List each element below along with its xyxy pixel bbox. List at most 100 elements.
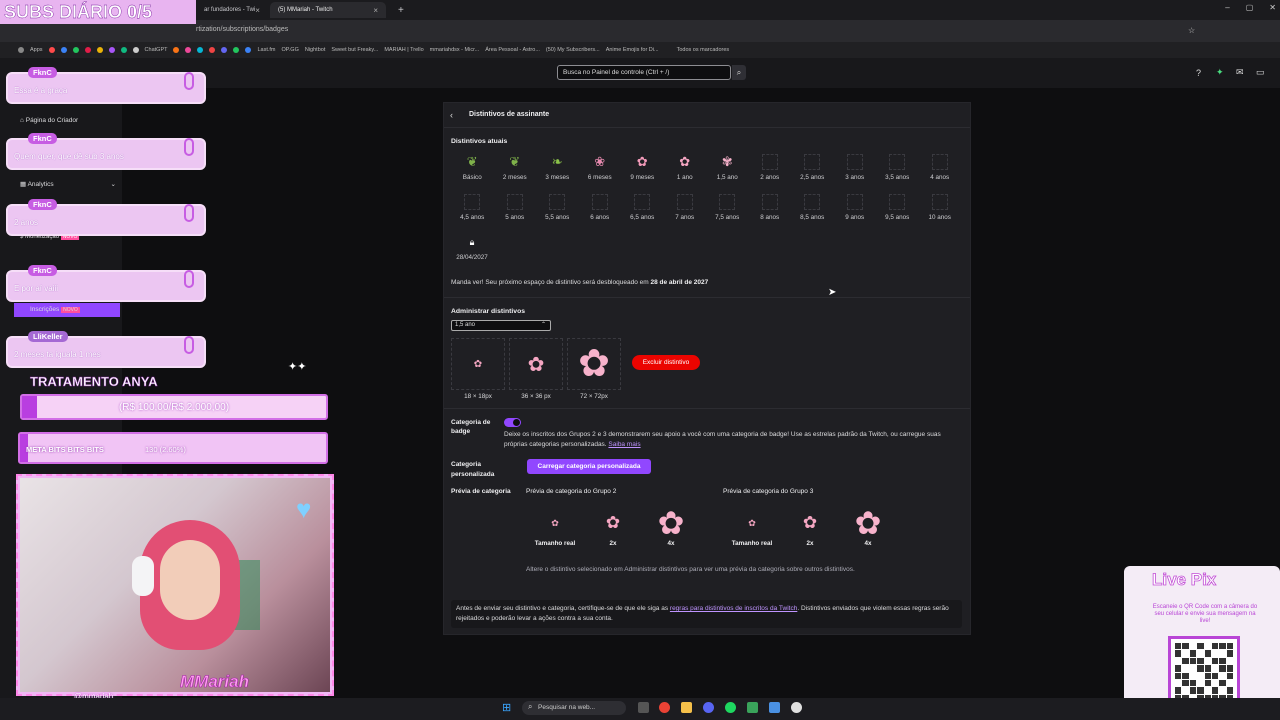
badge-slot[interactable]: ❦ 2 meses: [494, 154, 537, 181]
group2-preview: ✿ Tamanho real ✿ 2x ✿ 4x: [526, 506, 706, 547]
mouse-cursor-icon: ➤: [828, 287, 837, 298]
maximize-icon[interactable]: ▢: [1246, 3, 1254, 12]
image-dropzone[interactable]: ✿: [451, 338, 505, 390]
bookmark[interactable]: mmariahdsx - Micr...: [430, 47, 480, 53]
badge-slot[interactable]: 2,5 anos: [791, 154, 834, 181]
star-icon[interactable]: ☆: [1188, 26, 1195, 35]
goal-title: TRATAMENTO ANYA: [30, 374, 158, 389]
new-tab-button[interactable]: +: [390, 2, 406, 18]
app-icon[interactable]: [769, 702, 780, 713]
minimize-icon[interactable]: –: [1225, 3, 1229, 12]
badge-slot[interactable]: 7,5 anos: [706, 194, 749, 221]
badge-slot[interactable]: 5 anos: [494, 194, 537, 221]
bookmark[interactable]: Anime Emojis for Di...: [606, 47, 659, 53]
task-view-icon[interactable]: [638, 702, 649, 713]
badge-slot[interactable]: ❦ Básico: [451, 154, 494, 181]
taskbar-search[interactable]: Pesquisar na web...: [522, 701, 626, 715]
bookmark-icon: [221, 47, 228, 53]
chat-message: FknC Quem quer, que dê sub 3 anos: [6, 133, 206, 170]
bookmark-icon: [72, 47, 79, 53]
chrome-icon[interactable]: [659, 702, 670, 713]
category-toggle[interactable]: [504, 418, 521, 427]
discord-icon[interactable]: [703, 702, 714, 713]
bookmark[interactable]: MARIAH | Trello: [384, 47, 423, 53]
sidebar-item-analytics[interactable]: ▦ Analytics ⌄: [20, 180, 116, 188]
badge-slot[interactable]: ✿ 1 ano: [664, 154, 707, 181]
bookmark[interactable]: OP.GG: [282, 47, 299, 53]
close-window-icon[interactable]: ✕: [1269, 3, 1276, 12]
spotify-icon[interactable]: [725, 702, 736, 713]
empty-slot: [761, 154, 778, 170]
back-arrow-icon[interactable]: ‹: [450, 110, 453, 120]
url-text[interactable]: rtization/subscriptions/badges: [196, 26, 288, 33]
blossom-star-icon: ✿: [802, 513, 818, 532]
empty-slot: [591, 194, 608, 210]
next-slot-text: Manda ver! Seu próximo espaço de distint…: [451, 279, 709, 286]
badge-slot[interactable]: 5,5 anos: [536, 194, 579, 221]
search-input[interactable]: Busca no Painel de controle (Ctrl + /): [557, 65, 731, 80]
bookmark[interactable]: ChatGPT: [145, 47, 168, 53]
app-icon[interactable]: [791, 702, 802, 713]
crown-icon[interactable]: ✦: [1216, 67, 1224, 78]
badge-slot[interactable]: 10 anos: [919, 194, 962, 221]
bookmark[interactable]: Área Pessoal - Astro...: [485, 47, 540, 53]
delete-badge-button[interactable]: Excluir distintivo: [632, 355, 700, 370]
badge-slot[interactable]: 6 anos: [579, 194, 622, 221]
leaf-icon: ❦: [509, 154, 521, 169]
bookmark[interactable]: Last.fm: [257, 47, 275, 53]
badge-slot[interactable]: 6,5 anos: [621, 194, 664, 221]
notification-icon[interactable]: ▭: [1256, 67, 1265, 78]
bookmark[interactable]: (50) My Subscribers...: [546, 47, 600, 53]
badge-slot[interactable]: ❀ 6 meses: [579, 154, 622, 181]
category-label: Categoria de badge: [451, 419, 491, 435]
help-icon[interactable]: ?: [1196, 68, 1201, 78]
rules-link[interactable]: regras para distintivos de inscritos da …: [670, 605, 797, 612]
bookmark[interactable]: Sweet but Freaky...: [331, 47, 378, 53]
badge-slot[interactable]: 9,5 anos: [876, 194, 919, 221]
sidebar-item-subscriptions[interactable]: Inscrições NOVO: [14, 303, 120, 317]
badge-slot[interactable]: ❧ 3 meses: [536, 154, 579, 181]
folder-icon[interactable]: [681, 702, 692, 713]
learn-more-link[interactable]: Saiba mais: [608, 441, 640, 448]
upload-slot-18[interactable]: ✿ 18 × 18px: [451, 338, 505, 400]
badge-slot[interactable]: 3,5 anos: [876, 154, 919, 181]
bits-goal-name: META BITS BITS BITS: [26, 445, 104, 454]
preview-item: ✿ 2x: [781, 506, 839, 547]
bookmark[interactable]: Nightbot: [305, 47, 326, 53]
bookmark[interactable]: Todos os marcadores: [677, 47, 730, 53]
upload-slot-72[interactable]: ✿ 72 × 72px: [567, 338, 621, 400]
image-dropzone[interactable]: ✿: [567, 338, 621, 390]
bookmark-icon: [48, 47, 55, 53]
new-badge: NOVO: [61, 307, 80, 313]
bookmark[interactable]: Apps: [30, 47, 43, 53]
app-icon[interactable]: [747, 702, 758, 713]
close-tab-icon[interactable]: ×: [255, 6, 260, 15]
badge-slot[interactable]: ✾ 1,5 ano: [706, 154, 749, 181]
windows-start-icon[interactable]: ⊞: [502, 701, 511, 714]
badge-slot[interactable]: 8,5 anos: [791, 194, 834, 221]
upload-category-button[interactable]: Carregar categoria personalizada: [527, 459, 651, 474]
badge-slot[interactable]: 9 anos: [834, 194, 877, 221]
badge-slot[interactable]: 4 anos: [919, 154, 962, 181]
preview-label: Prévia de categoria: [451, 488, 511, 495]
browser-tab[interactable]: ar fundadores - Twi ×: [196, 2, 260, 18]
blossom-icon: ✿: [605, 513, 621, 532]
badge-slot[interactable]: 3 anos: [834, 154, 877, 181]
badge-slot[interactable]: 2 anos: [749, 154, 792, 181]
search-icon[interactable]: ⌕: [732, 65, 746, 80]
leaf-icon: ❦: [466, 154, 478, 169]
close-tab-icon[interactable]: ×: [373, 6, 378, 15]
inbox-icon[interactable]: ✉: [1236, 67, 1244, 78]
badge-slot[interactable]: 8 anos: [749, 194, 792, 221]
browser-tab-active[interactable]: (5) MMariah - Twitch ×: [270, 2, 386, 18]
image-dropzone[interactable]: ✿: [509, 338, 563, 390]
badge-select[interactable]: 1,5 ano ⌃: [451, 320, 551, 331]
badge-slot[interactable]: ✿ 9 meses: [621, 154, 664, 181]
empty-slot: [846, 154, 863, 170]
badge-slot[interactable]: 7 anos: [664, 194, 707, 221]
bookmark-icon: [84, 47, 91, 53]
badge-slot[interactable]: 4,5 anos: [451, 194, 494, 221]
upload-slot-36[interactable]: ✿ 36 × 36 px: [509, 338, 563, 400]
chat-message: FknC E por aí vaiii: [6, 265, 206, 302]
sidebar-item-creator-page[interactable]: ⌂ Página do Criador: [20, 117, 78, 124]
